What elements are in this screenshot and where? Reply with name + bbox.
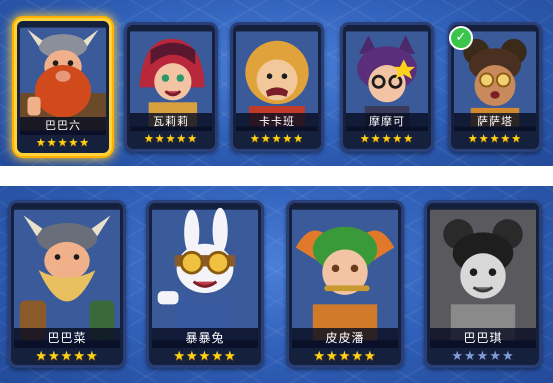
- hero-card-bababliu[interactable]: 巴巴六 ★★★★★: [14, 18, 112, 156]
- leaf-elf-portrait: [292, 209, 398, 341]
- hero-name: 巴巴菜: [14, 328, 120, 348]
- hero-select-panel-bottom: 巴巴菜 ★★★★★ 暴暴兔 ★★★★★ 皮皮潘 ★★★★★ 巴巴琪 ★★★★★: [0, 186, 553, 383]
- star-rating: ★★★★★: [35, 349, 99, 364]
- star-rating: ★★★★★: [35, 136, 91, 149]
- star-rating: ★★★★★: [359, 132, 415, 145]
- owned-check-icon: ✓: [449, 26, 473, 50]
- hero-portrait: [430, 206, 536, 344]
- hero-portrait: [14, 206, 120, 344]
- hero-name: 巴巴琪: [430, 328, 536, 348]
- hero-name: 萨萨塔: [454, 113, 536, 131]
- hero-name: 瓦莉莉: [130, 113, 212, 131]
- rabbit-pilot-portrait: [152, 207, 258, 341]
- hero-name: 巴巴六: [20, 117, 106, 135]
- locked-girl-portrait: [430, 209, 536, 341]
- hero-name: 皮皮潘: [292, 328, 398, 348]
- star-rating: ★★★★★: [173, 349, 237, 364]
- hero-name: 卡卡班: [236, 113, 318, 131]
- hero-card-babacai[interactable]: 巴巴菜 ★★★★★: [8, 200, 126, 368]
- star-rating: ★★★★★: [143, 132, 199, 145]
- star-rating: ★★★★★: [451, 349, 515, 364]
- hero-card-momoke[interactable]: 摩摩可 ★★★★★: [340, 22, 434, 152]
- hero-select-panel-top: 巴巴六 ★★★★★ 瓦莉莉 ★★★★★ 卡卡班 ★★★★★ 摩摩可 ★★★★★ …: [0, 0, 553, 166]
- hero-card-babaqi[interactable]: 巴巴琪 ★★★★★: [424, 200, 542, 368]
- star-rating: ★★★★★: [249, 132, 305, 145]
- hero-name: 暴暴兔: [152, 328, 258, 348]
- hero-card-kakaban[interactable]: 卡卡班 ★★★★★: [230, 22, 324, 152]
- hero-portrait: [152, 206, 258, 344]
- star-rating: ★★★★★: [467, 132, 523, 145]
- hero-card-baobaotu[interactable]: 暴暴兔 ★★★★★: [146, 200, 264, 368]
- hero-portrait: [292, 206, 398, 344]
- hero-name: 摩摩可: [346, 113, 428, 131]
- hero-card-pipipan[interactable]: 皮皮潘 ★★★★★: [286, 200, 404, 368]
- star-rating: ★★★★★: [313, 349, 377, 364]
- hero-card-walili[interactable]: 瓦莉莉 ★★★★★: [124, 22, 218, 152]
- dwarf-viking-portrait: [14, 209, 120, 341]
